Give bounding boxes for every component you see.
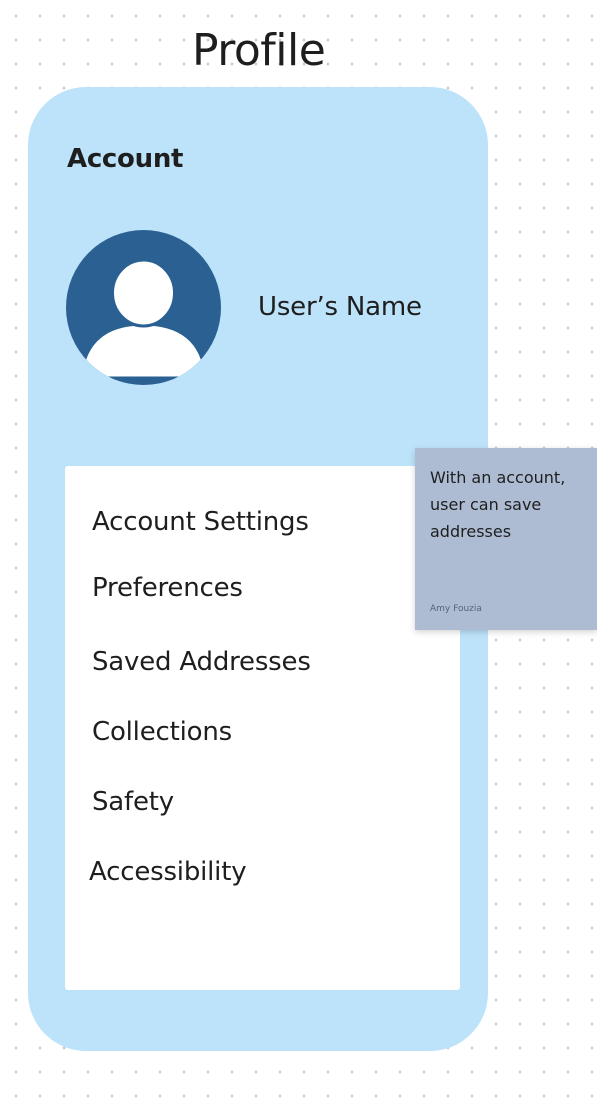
sticky-note-text: With an account, user can save addresses [430, 468, 566, 541]
account-heading: Account [67, 144, 184, 174]
sticky-note-author: Amy Fouzia [430, 604, 482, 614]
sticky-note[interactable]: With an account, user can save addresses… [415, 448, 597, 630]
avatar-graphic [66, 230, 221, 385]
avatar-head [111, 258, 176, 328]
menu-item-preferences[interactable]: Preferences [92, 571, 243, 605]
menu-item-saved-addresses[interactable]: Saved Addresses [92, 645, 311, 679]
menu-item-safety[interactable]: Safety [92, 785, 174, 819]
user-name: User’s Name [258, 292, 422, 322]
user-avatar-icon[interactable] [66, 230, 221, 385]
menu-item-account-settings[interactable]: Account Settings [92, 505, 309, 539]
menu-item-collections[interactable]: Collections [92, 715, 232, 749]
menu-item-accessibility[interactable]: Accessibility [89, 855, 247, 889]
page-title: Profile [192, 25, 326, 76]
